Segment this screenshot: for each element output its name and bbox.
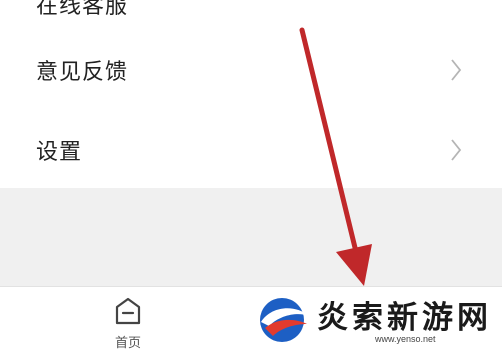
chevron-right-icon: [451, 59, 462, 81]
menu-item-label: 在线客服: [36, 0, 129, 19]
empty-background: [0, 188, 502, 286]
watermark: 炎索新游网 www.yenso.net: [251, 288, 502, 350]
tab-home[interactable]: 首页: [96, 291, 160, 350]
menu-item-feedback[interactable]: 意见反馈: [0, 30, 502, 110]
site-logo-icon: [260, 298, 309, 342]
tab-home-label: 首页: [114, 336, 141, 350]
watermark-title: 炎索新游网: [317, 300, 492, 336]
watermark-url: www.yenso.net: [375, 334, 436, 344]
menu-item-settings[interactable]: 设置: [0, 110, 502, 190]
menu-item-label: 意见反馈: [36, 60, 129, 85]
home-icon: [115, 297, 141, 325]
menu-item-partial[interactable]: 在线客服: [0, 0, 502, 30]
menu-item-label: 设置: [36, 140, 83, 165]
chevron-right-icon: [451, 139, 462, 161]
